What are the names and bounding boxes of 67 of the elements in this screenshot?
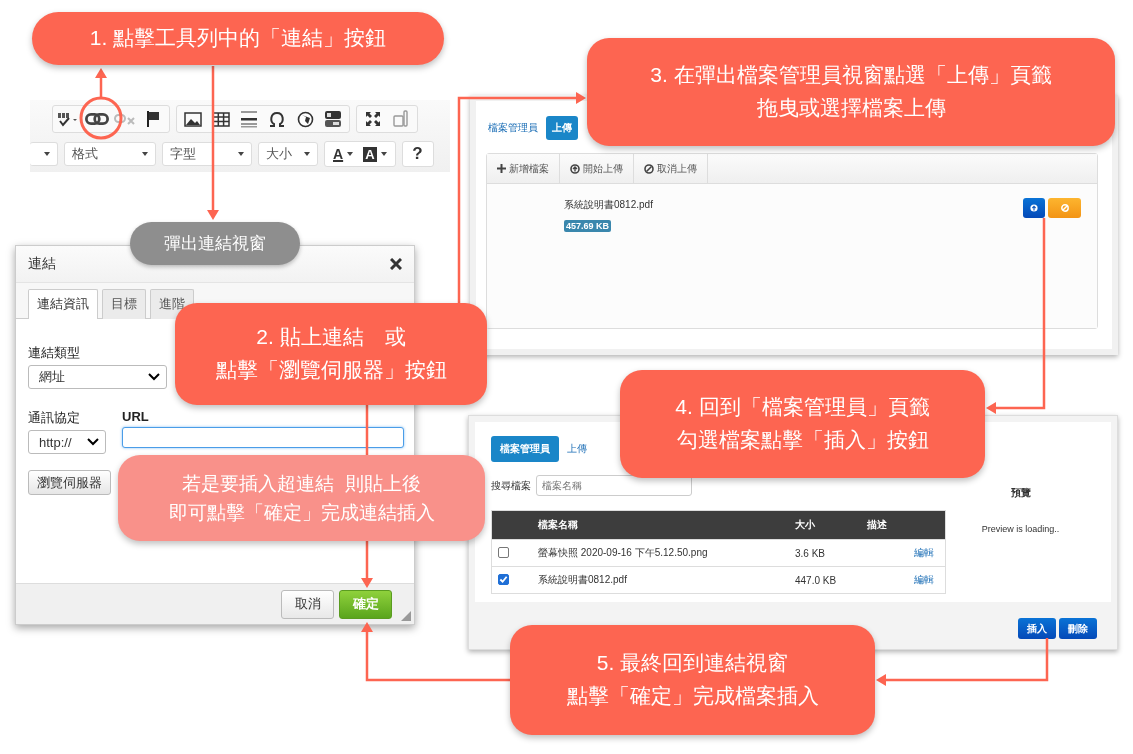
insert-button[interactable]: 插入	[1018, 618, 1056, 639]
tab[interactable]: 檔案管理員	[486, 121, 540, 135]
field-label: 通訊協定	[28, 409, 80, 427]
column-header: 檔案名稱	[537, 510, 794, 540]
upload-action-button[interactable]: 開始上傳	[560, 154, 634, 183]
connector-arrow	[95, 68, 107, 97]
dialog-title: 連結	[28, 255, 56, 273]
cancel-action-button[interactable]: 取消上傳	[634, 154, 708, 183]
table-cell: 螢幕快照 2020-09-16 下午5.12.50.png	[537, 539, 794, 567]
tab[interactable]: 檔案管理員	[491, 436, 559, 462]
callout-text: 2. 貼上連結 或	[256, 324, 406, 351]
checkbox[interactable]	[498, 574, 509, 585]
table-cell: 系統說明書0812.pdf	[537, 566, 794, 594]
callout-text: 5. 最終回到連結視窗	[596, 650, 789, 677]
search-label: 搜尋檔案	[491, 478, 531, 493]
resize-grip-icon[interactable]	[401, 611, 411, 621]
callout-text: 勾選檔案點擊「插入」按鈕	[676, 427, 929, 453]
callout-text: 4. 回到「檔案管理員」頁籤	[675, 394, 930, 421]
callout-text: 若是要插入超連結 則貼上後	[182, 471, 421, 496]
search-field[interactable]: 檔案名稱	[536, 475, 692, 496]
protocol-select[interactable]: http://	[28, 430, 106, 454]
field-label: 連結類型	[28, 344, 80, 362]
callout-text: 即可點擊「確定」完成連結插入	[168, 501, 435, 525]
chevron-icon	[148, 373, 160, 381]
table-cell: 3.6 KB	[794, 539, 866, 567]
column-header: 描述	[866, 510, 913, 540]
highlight-circle	[79, 96, 123, 140]
callout-text: 1. 點擊工具列中的「連結」按鈕	[89, 25, 387, 52]
field-label: URL	[122, 409, 149, 424]
dropdown[interactable]: 字型	[162, 142, 252, 166]
preview-status: Preview is loading..	[981, 524, 1060, 534]
file-size-badge: 457.69 KB	[564, 220, 612, 232]
edit-link[interactable]: 編輯	[914, 547, 934, 558]
callout-text: 點擊「確定」完成檔案插入	[566, 683, 819, 709]
tab[interactable]: 上傳	[546, 116, 578, 140]
file-name: 系統說明書0812.pdf	[564, 198, 653, 212]
delete-button[interactable]: 刪除	[1059, 618, 1097, 639]
chevron-icon	[87, 438, 99, 446]
table-cell: 447.0 KB	[794, 566, 866, 594]
callout-text: 點擊「瀏覽伺服器」按鈕	[215, 357, 447, 383]
callout-text: 拖曳或選擇檔案上傳	[756, 95, 946, 121]
cancel-icon	[644, 163, 654, 174]
popup-label: 彈出連結視窗	[130, 222, 300, 265]
close-icon[interactable]	[390, 258, 402, 270]
background-color-button[interactable]: A	[360, 146, 390, 162]
plus-action-button[interactable]: 新增檔案	[487, 154, 560, 183]
cancel-button[interactable]: 取消	[281, 589, 334, 619]
link-type-select[interactable]: 網址	[28, 365, 167, 389]
cancel-icon	[1060, 204, 1069, 212]
tab[interactable]: 連結資訊	[28, 289, 98, 319]
text-color-button[interactable]: A	[330, 146, 357, 162]
preview-title: 預覽	[1010, 486, 1031, 500]
tab[interactable]: 上傳	[565, 442, 589, 456]
url-field[interactable]	[122, 427, 404, 448]
browse-server-button[interactable]: 瀏覽伺服器	[28, 470, 111, 495]
upload-icon	[570, 163, 580, 174]
edit-link[interactable]: 編輯	[914, 574, 934, 585]
checkbox[interactable]	[498, 546, 509, 558]
dropdown[interactable]: 大小	[258, 142, 318, 166]
column-header: 大小	[794, 510, 866, 540]
start-upload-button[interactable]	[1023, 198, 1045, 218]
plus-icon	[497, 164, 506, 173]
help-button[interactable]: ?	[401, 141, 434, 167]
callout-text: 3. 在彈出檔案管理員視窗點選「上傳」頁籤	[650, 62, 1052, 89]
dropdown[interactable]: 格式	[64, 142, 156, 166]
upload-icon	[1030, 204, 1038, 212]
tab[interactable]: 目標	[102, 289, 146, 319]
